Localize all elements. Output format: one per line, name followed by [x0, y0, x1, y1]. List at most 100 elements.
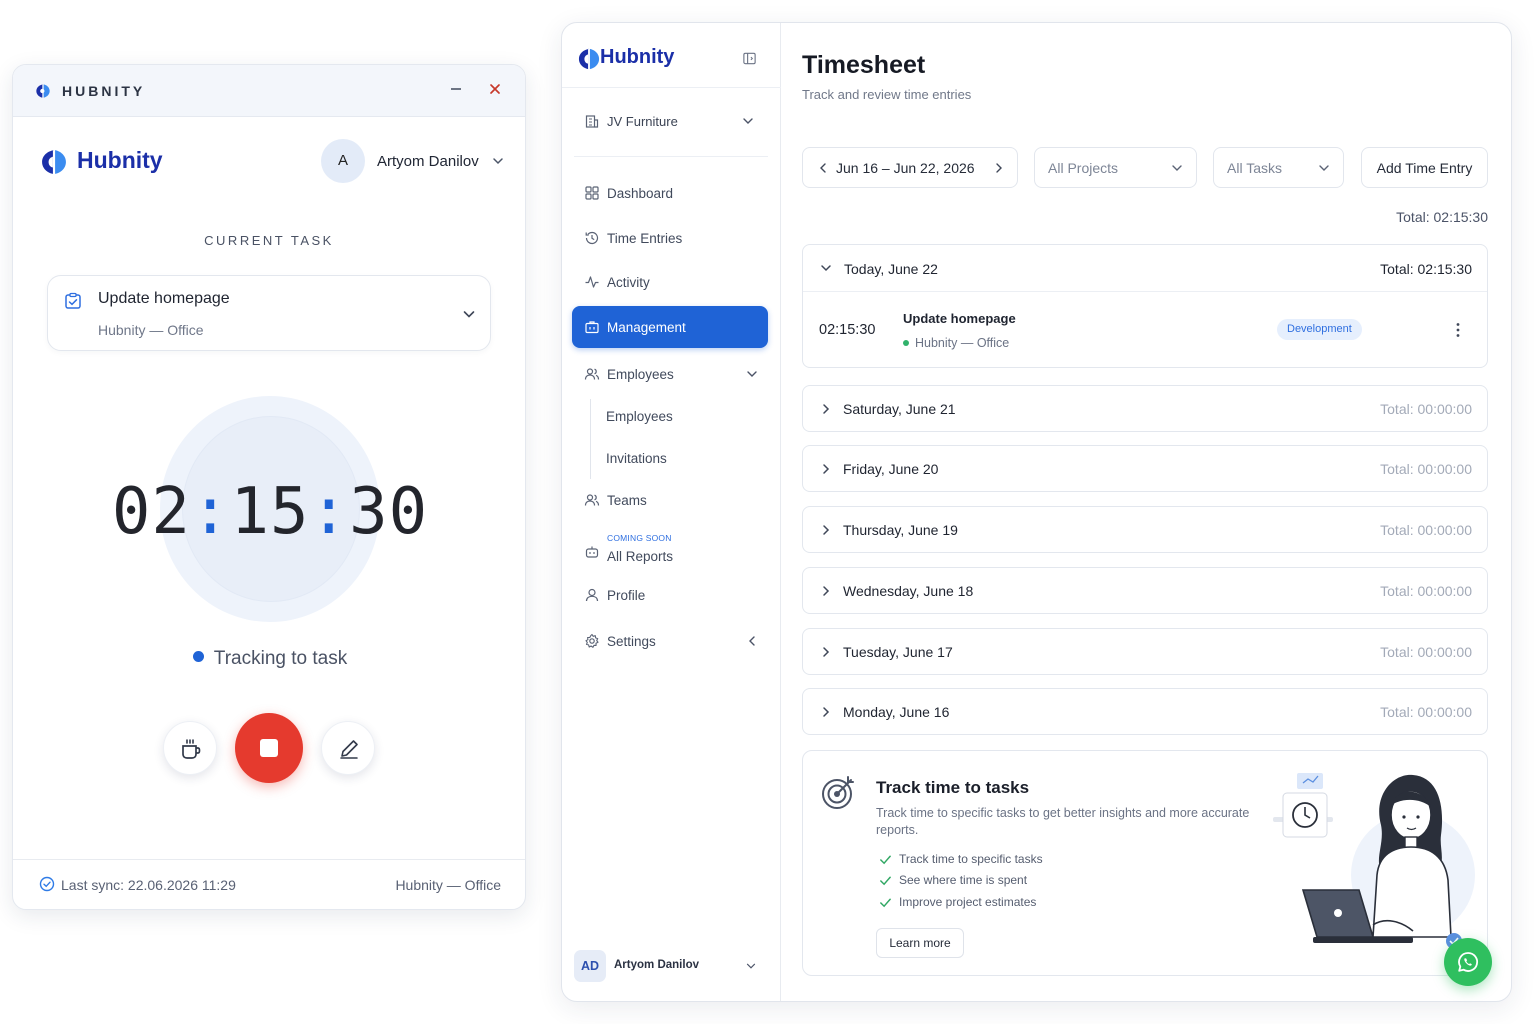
chevron-left-icon[interactable]: [744, 633, 760, 649]
users-icon: [584, 368, 600, 380]
chevron-down-icon[interactable]: [744, 366, 760, 382]
sidebar-item-settings[interactable]: Settings: [572, 621, 768, 661]
stop-button[interactable]: [235, 713, 303, 783]
sidebar-divider: [562, 87, 781, 88]
promo-item-text: See where time is spent: [899, 873, 1028, 887]
pencil-icon: [340, 740, 358, 759]
edit-button[interactable]: [321, 721, 375, 775]
avatar[interactable]: A: [321, 139, 365, 183]
stop-icon: [260, 739, 278, 757]
organization-selector[interactable]: JV Furniture: [574, 101, 770, 141]
date-range-label: Jun 16 – Jun 22, 2026: [836, 160, 975, 176]
sidebar-subitem-employees[interactable]: Employees: [606, 409, 673, 424]
sidebar-brand: Hubnity: [600, 46, 675, 68]
sidebar-item-teams[interactable]: Teams: [572, 480, 768, 520]
tracker-title-bar[interactable]: HUBNITY: [13, 65, 525, 117]
close-icon[interactable]: [485, 79, 505, 99]
chevron-left-icon[interactable]: [815, 160, 831, 176]
sidebar-item-all-reports[interactable]: All Reports: [572, 532, 768, 572]
chevron-right-icon[interactable]: [991, 160, 1007, 176]
sidebar-item-label: Time Entries: [607, 231, 683, 246]
hubnity-logo-icon: [42, 150, 66, 174]
tracker-footer: Last sync: 22.06.2026 11:29 Hubnity — Of…: [13, 859, 525, 909]
day-total: Total: 00:00:00: [1380, 401, 1472, 417]
sidebar-subitem-invitations[interactable]: Invitations: [606, 451, 667, 466]
sidebar-item-management[interactable]: Management: [572, 306, 768, 348]
week-total: Total: 02:15:30: [1396, 209, 1488, 225]
sidebar-user-menu[interactable]: AD Artyom Danilov: [574, 948, 770, 984]
promo-item-text: Improve project estimates: [899, 895, 1037, 909]
sidebar-item-label: Management: [607, 320, 686, 335]
day-row[interactable]: Wednesday, June 18 Total: 00:00:00: [802, 567, 1488, 614]
status-dot: [192, 651, 204, 662]
learn-more-button[interactable]: Learn more: [876, 928, 964, 958]
day-total: Total: 02:15:30: [1380, 261, 1472, 277]
sidebar-item-employees[interactable]: Employees: [572, 354, 768, 394]
day-row[interactable]: Friday, June 20 Total: 00:00:00: [802, 445, 1488, 492]
tasks-filter-value: All Tasks: [1227, 160, 1282, 176]
hubnity-logo-icon: [578, 48, 600, 70]
user-name[interactable]: Artyom Danilov: [377, 153, 479, 170]
add-time-entry-button[interactable]: Add Time Entry: [1361, 147, 1488, 188]
footer-workspace: Hubnity — Office: [395, 877, 501, 893]
main-content: Timesheet Track and review time entries …: [782, 23, 1511, 1001]
organization-name: JV Furniture: [607, 114, 678, 129]
timer-separator: :: [190, 475, 231, 549]
day-row[interactable]: Monday, June 16 Total: 00:00:00: [802, 688, 1488, 735]
day-label: Today, June 22: [844, 261, 938, 277]
day-total: Total: 00:00:00: [1380, 522, 1472, 538]
entry-title[interactable]: Update homepage: [903, 311, 1016, 326]
chevron-down-icon: [1172, 165, 1182, 171]
chevron-right-icon: [823, 586, 830, 596]
chevron-right-icon: [823, 647, 830, 657]
more-vertical-icon[interactable]: [1449, 321, 1467, 339]
sidebar-item-profile[interactable]: Profile: [572, 575, 768, 615]
track-time-promo-card: Track time to tasks Track time to specif…: [802, 750, 1488, 976]
sidebar-item-dashboard[interactable]: Dashboard: [572, 173, 768, 213]
minimize-icon[interactable]: [446, 79, 466, 99]
sidebar-item-activity[interactable]: Activity: [572, 262, 768, 302]
chevron-down-icon[interactable]: [744, 959, 758, 973]
sidebar-toggle-icon[interactable]: [742, 51, 757, 66]
clipboard-icon: [65, 292, 81, 309]
day-total: Total: 00:00:00: [1380, 704, 1472, 720]
tracking-status: Tracking to task: [13, 648, 525, 670]
sidebar-item-label: Profile: [607, 588, 646, 603]
day-label: Tuesday, June 17: [843, 644, 953, 660]
day-label: Saturday, June 21: [843, 401, 956, 417]
timesheet-app-window: Hubnity JV Furniture Dashboard Time Entr…: [561, 22, 1512, 1002]
sidebar-item-time-entries[interactable]: Time Entries: [572, 218, 768, 258]
whatsapp-icon: [1458, 952, 1479, 972]
whatsapp-chat-button[interactable]: [1444, 938, 1492, 986]
timer-seconds: 30: [349, 475, 429, 549]
day-header[interactable]: Today, June 22 Total: 02:15:30: [803, 245, 1487, 292]
tasks-filter[interactable]: All Tasks: [1213, 147, 1344, 188]
check-circle-icon: [39, 876, 55, 892]
chevron-right-icon: [823, 525, 830, 535]
day-group-today: Today, June 22 Total: 02:15:30 02:15:30 …: [802, 244, 1488, 368]
woman-with-laptop-illustration: [1273, 773, 1475, 949]
target-icon: [822, 776, 854, 809]
sidebar-item-label: Settings: [607, 634, 656, 649]
chevron-down-icon: [821, 265, 831, 272]
sidebar-item-label: Teams: [607, 493, 647, 508]
projects-filter[interactable]: All Projects: [1034, 147, 1197, 188]
day-row[interactable]: Tuesday, June 17 Total: 00:00:00: [802, 628, 1488, 675]
day-label: Friday, June 20: [843, 461, 939, 477]
activity-icon: [585, 276, 599, 288]
chevron-down-icon: [1319, 165, 1329, 171]
chevron-down-icon[interactable]: [740, 113, 756, 129]
day-label: Wednesday, June 18: [843, 583, 974, 599]
chevron-right-icon: [823, 404, 830, 414]
break-button[interactable]: [163, 721, 217, 775]
hubnity-logo-icon: [36, 84, 50, 98]
task-selector[interactable]: Update homepage Hubnity — Office: [47, 275, 491, 351]
day-row[interactable]: Thursday, June 19 Total: 00:00:00: [802, 506, 1488, 553]
tracker-window-title: HUBNITY: [62, 83, 146, 99]
date-range-picker[interactable]: Jun 16 – Jun 22, 2026: [802, 147, 1018, 188]
page-title: Timesheet: [802, 51, 926, 79]
chevron-down-icon[interactable]: [460, 305, 478, 323]
add-time-entry-label: Add Time Entry: [1376, 160, 1473, 176]
day-row[interactable]: Saturday, June 21 Total: 00:00:00: [802, 385, 1488, 432]
chevron-down-icon[interactable]: [490, 153, 506, 169]
